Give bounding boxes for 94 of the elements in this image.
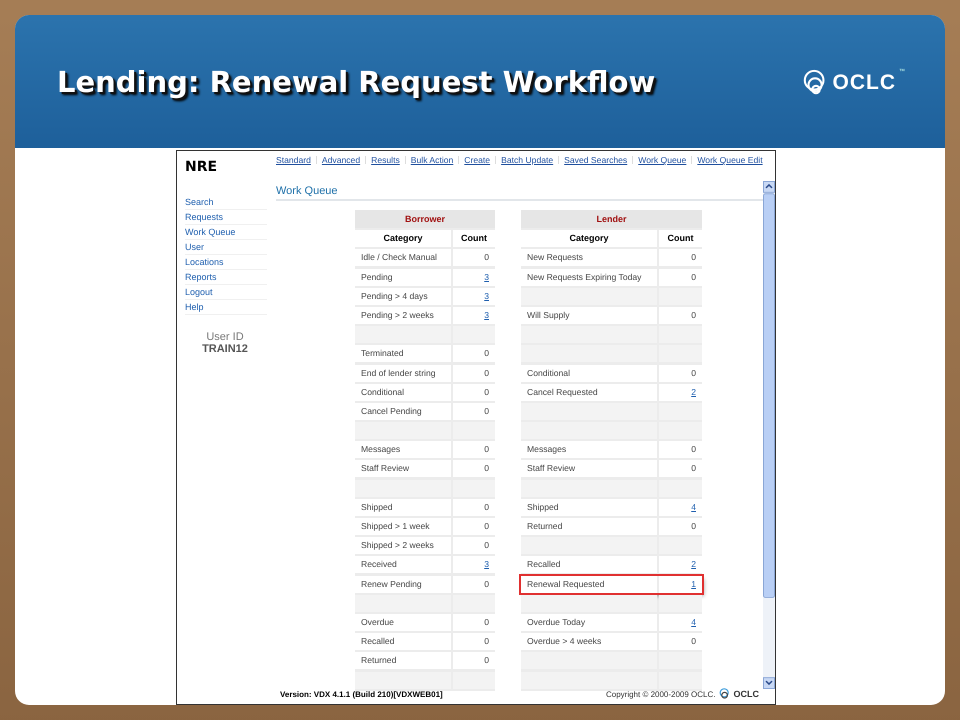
table-cell: Conditional (521, 364, 657, 382)
column-header: Category (521, 230, 657, 248)
sidebar-link[interactable]: Search (185, 195, 267, 210)
table-title: Borrower (355, 210, 495, 228)
nav-link[interactable]: Advanced (322, 155, 360, 166)
table-cell: 0 (659, 633, 702, 650)
slide-title: Lending: Renewal Request Workflow (57, 65, 656, 99)
count-link[interactable]: 3 (453, 268, 495, 286)
count-link[interactable]: 2 (659, 384, 702, 401)
table-cell: Renew Pending (355, 576, 451, 593)
table-cell: 0 (659, 306, 702, 324)
table-cell: 0 (453, 576, 495, 593)
table-cell: Overdue > 4 weeks (521, 633, 657, 650)
user-id: TRAIN12 (201, 343, 249, 356)
app-brand: NRE (185, 159, 218, 176)
table-cell: Pending (355, 268, 451, 286)
sidebar-link[interactable]: Work Queue (185, 225, 267, 240)
logo-text: OCLC (832, 71, 896, 95)
sidebar-link[interactable]: Logout (185, 285, 267, 300)
table-cell: Will Supply (521, 306, 657, 324)
table-cell: Renewal Requested (521, 576, 657, 593)
count-link[interactable]: 4 (659, 614, 702, 631)
table-cell: New Requests (521, 249, 657, 266)
table-cell: 0 (453, 460, 495, 478)
count-link[interactable]: 2 (659, 556, 702, 574)
table-cell: Pending > 2 weeks (355, 306, 451, 324)
table-cell: Cancel Requested (521, 384, 657, 401)
table-cell: New Requests Expiring Today (521, 268, 657, 286)
nav-link[interactable]: Bulk Action (410, 155, 454, 166)
nav-link[interactable]: Results (371, 155, 400, 166)
count-link[interactable]: 1 (659, 576, 702, 593)
table-cell: 0 (453, 345, 495, 362)
copyright-text: Copyright © 2000-2009 OCLC. (606, 690, 716, 698)
table-cell: Recalled (355, 633, 451, 650)
table-cell: Cancel Pending (355, 402, 451, 420)
table-cell: Conditional (355, 384, 451, 401)
table-cell: 0 (453, 441, 495, 458)
table-cell: Staff Review (521, 460, 657, 478)
table-cell: 0 (453, 402, 495, 420)
table-cell: 0 (659, 268, 702, 286)
sidebar-link[interactable]: Requests (185, 210, 267, 226)
table-cell: Returned (355, 652, 451, 670)
nav-link[interactable]: Work Queue Edit (697, 155, 763, 166)
count-link[interactable]: 4 (659, 498, 702, 516)
table-title: Lender (521, 210, 702, 228)
table-cell: 0 (453, 633, 495, 650)
sidebar-link[interactable]: Reports (185, 270, 267, 286)
table-cell: 0 (453, 384, 495, 401)
table-cell: 0 (659, 518, 702, 536)
table-cell: 0 (659, 441, 702, 458)
sidebar-link[interactable]: Help (185, 300, 267, 316)
table-cell: Messages (355, 441, 451, 458)
table-cell: Messages (521, 441, 657, 458)
table-cell: Terminated (355, 345, 451, 362)
table-cell: 0 (453, 537, 495, 554)
count-link[interactable]: 3 (453, 288, 495, 305)
table-cell: Shipped (521, 498, 657, 516)
footer-logo-text: OCLC (734, 689, 759, 699)
table-cell: 0 (659, 364, 702, 382)
table-cell: Pending > 4 days (355, 288, 451, 305)
table-cell: Recalled (521, 556, 657, 574)
table-cell: Returned (521, 518, 657, 536)
count-link[interactable]: 3 (453, 306, 495, 324)
table-cell: Shipped > 1 week (355, 518, 451, 536)
column-header: Category (355, 230, 451, 248)
sidebar-link[interactable]: Locations (185, 255, 267, 270)
table-cell: Overdue Today (521, 614, 657, 631)
table-cell: Overdue (355, 614, 451, 631)
sidebar-link[interactable]: User (185, 240, 267, 256)
count-link[interactable]: 3 (453, 556, 495, 574)
table-cell: 0 (659, 249, 702, 266)
table-cell: Received (355, 556, 451, 574)
table-cell: 0 (453, 364, 495, 382)
page-heading: Work Queue (276, 185, 338, 198)
version-text: Version: VDX 4.1.1 (Build 210)[VDXWEB01] (280, 690, 443, 698)
nav-link[interactable]: Standard (276, 155, 311, 166)
nav-link[interactable]: Batch Update (501, 155, 554, 166)
table-cell: 0 (659, 460, 702, 478)
table-cell: Idle / Check Manual (355, 249, 451, 266)
column-header: Count (453, 230, 495, 248)
table-cell: Shipped (355, 498, 451, 516)
table-cell: 0 (453, 498, 495, 516)
table-cell: Shipped > 2 weeks (355, 537, 451, 554)
nav-link[interactable]: Work Queue (638, 155, 686, 166)
nav-link[interactable]: Create (464, 155, 490, 166)
table-cell: 0 (453, 652, 495, 670)
column-header: Count (659, 230, 702, 248)
table-cell: End of lender string (355, 364, 451, 382)
table-cell: 0 (453, 249, 495, 266)
user-id-label: User ID (205, 331, 245, 344)
table-cell: 0 (453, 614, 495, 631)
nav-link[interactable]: Saved Searches (564, 155, 628, 166)
table-cell: Staff Review (355, 460, 451, 478)
table-cell: 0 (453, 518, 495, 536)
